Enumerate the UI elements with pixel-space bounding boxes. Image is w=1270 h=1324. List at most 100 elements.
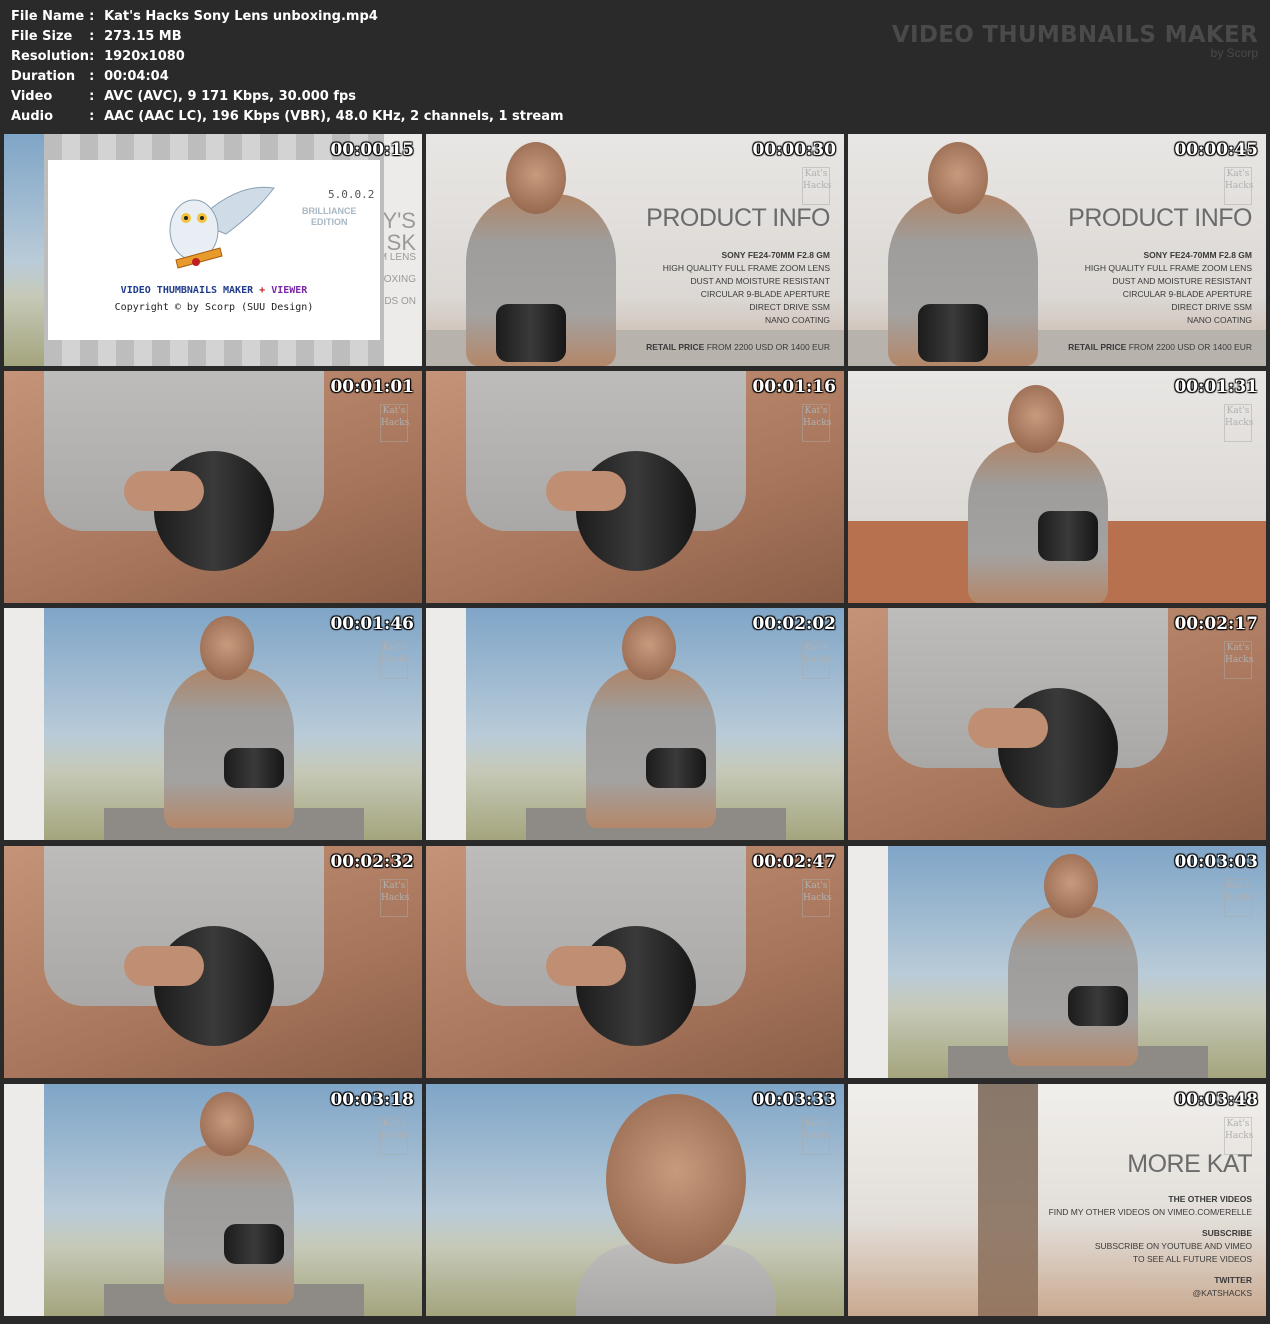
video-thumbnail[interactable]: Kat's Hacks 00:02:02 — [426, 608, 844, 840]
logo-line-2: Hacks — [803, 181, 832, 191]
app-title: VIDEO THUMBNAILS MAKER + VIEWER — [48, 285, 380, 296]
product-heading: PRODUCT INFO — [1068, 204, 1252, 232]
camera-lens — [576, 451, 696, 571]
head — [1044, 854, 1098, 918]
edition-line-1: BRILLIANCE — [302, 206, 357, 216]
logo-line-2: Hacks — [803, 655, 832, 665]
hand — [968, 708, 1048, 748]
logo-line-1: Kat's — [1226, 169, 1250, 179]
video-thumbnail[interactable]: Kat's Hacks PRODUCT INFO SONY FE24-70mm F2.… — [426, 134, 844, 366]
behind-text: OXING — [383, 274, 416, 285]
logo-line-2: Hacks — [1225, 893, 1254, 903]
edition-line-2: EDITION — [310, 217, 348, 227]
more-kat-overlay: MORE KAT THE OTHER VIDEOS FIND MY OTHER VI… — [1048, 1150, 1253, 1300]
video-thumbnail[interactable]: Y'S SK M LENS OXING DS ON 5.0.0.2 BRILLIANCE ED… — [4, 134, 422, 366]
logo-line-2: Hacks — [381, 893, 410, 903]
kats-hacks-logo: Kat's Hacks — [802, 879, 832, 917]
info-key: Resolution — [11, 49, 90, 64]
camera-lens — [154, 451, 274, 571]
edition-label: BRILLIANCE EDITION — [302, 206, 357, 228]
section-title: TWITTER — [1214, 1275, 1252, 1285]
info-value: 1920x1080 — [104, 49, 185, 64]
kats-hacks-logo: Kat's Hacks — [1224, 879, 1254, 917]
logo-line-2: Hacks — [1225, 418, 1254, 428]
timestamp-label: 00:01:16 — [752, 377, 836, 397]
info-row: Duration:00:04:04 — [11, 67, 564, 87]
video-thumbnail[interactable]: Kat's Hacks 00:02:17 — [848, 608, 1266, 840]
info-value: AVC (AVC), 9 171 Kbps, 30.000 fps — [104, 89, 357, 104]
price-value: FROM 2200 USD OR 1400 EUR — [706, 342, 830, 352]
logo-line-2: Hacks — [1225, 655, 1254, 665]
file-info-table: File Name: Kat's Hacks Sony Lens unboxing… — [11, 7, 564, 127]
price-label: RETAIL PRICE — [646, 342, 705, 352]
logo-line-2: Hacks — [803, 1131, 832, 1141]
product-line: SONY FE24-70mm F2.8 GM — [721, 250, 830, 260]
head — [200, 1092, 254, 1156]
kats-hacks-logo: Kat's Hacks — [380, 879, 410, 917]
person-silhouette — [978, 1084, 1038, 1316]
product-line: DIRECT DRIVE SSM — [1171, 302, 1252, 312]
price-line: RETAIL PRICE FROM 2200 USD OR 1400 EUR — [1068, 341, 1252, 354]
logo-line-2: Hacks — [1225, 1131, 1254, 1141]
video-thumbnail[interactable]: Kat's Hacks 00:03:33 — [426, 1084, 844, 1316]
product-info-overlay: PRODUCT INFO SONY FE24-70mm F2.8 GM HIGH Q… — [646, 204, 830, 354]
logo-line-1: Kat's — [804, 1119, 828, 1129]
kats-hacks-logo: Kat's Hacks — [380, 641, 410, 679]
info-separator: : — [89, 89, 95, 104]
info-separator: : — [89, 69, 95, 84]
video-thumbnail[interactable]: Kat's Hacks 00:01:16 — [426, 371, 844, 603]
video-thumbnail[interactable]: Kat's Hacks 00:03:18 — [4, 1084, 422, 1316]
camera-lens — [646, 748, 706, 788]
section-text: FIND MY OTHER VIDEOS ON VIMEO.COM/ERELLE — [1048, 1207, 1252, 1217]
section-text: @KatsHacks — [1192, 1288, 1252, 1298]
app-title-plus: + — [253, 285, 272, 296]
splash-content: 5.0.0.2 BRILLIANCE EDITION VIDEO THUMBNAILS… — [48, 160, 380, 340]
product-line: CIRCULAR 9-BLADE APERTURE — [700, 289, 830, 299]
product-heading: PRODUCT INFO — [646, 204, 830, 232]
logo-line-2: Hacks — [381, 655, 410, 665]
product-line: CIRCULAR 9-BLADE APERTURE — [1122, 289, 1252, 299]
more-kat-heading: MORE KAT — [1127, 1150, 1252, 1178]
timestamp-label: 00:00:45 — [1174, 140, 1258, 160]
timestamp-label: 00:03:18 — [330, 1090, 414, 1110]
timestamp-label: 00:01:01 — [330, 377, 414, 397]
timestamp-label: 00:02:02 — [752, 614, 836, 634]
logo-line-1: Kat's — [804, 406, 828, 416]
kats-hacks-logo: Kat's Hacks — [802, 641, 832, 679]
logo-line-1: Kat's — [804, 643, 828, 653]
video-thumbnail[interactable]: Kat's Hacks 00:01:46 — [4, 608, 422, 840]
price-value: FROM 2200 USD OR 1400 EUR — [1128, 342, 1252, 352]
video-thumbnail[interactable]: Kat's Hacks 00:02:47 — [426, 846, 844, 1078]
kats-hacks-logo: Kat's Hacks — [380, 1117, 410, 1155]
logo-line-2: Hacks — [803, 893, 832, 903]
splash-window: 5.0.0.2 BRILLIANCE EDITION VIDEO THUMBNAILS… — [44, 134, 384, 366]
product-line: NANO COATING — [764, 315, 830, 325]
brand-watermark: VIDEO THUMBNAILS MAKER by Scorp — [892, 22, 1258, 60]
hand — [124, 471, 204, 511]
logo-line-2: Hacks — [381, 1131, 410, 1141]
timestamp-label: 00:01:46 — [330, 614, 414, 634]
product-line: HIGH QUALITY FULL FRAME ZOOM LENS — [1084, 263, 1252, 273]
camera-lens — [224, 748, 284, 788]
head — [928, 142, 988, 214]
logo-line-1: Kat's — [804, 169, 828, 179]
video-thumbnail[interactable]: Kat's Hacks PRODUCT INFO SONY FE24-70mm F2.… — [848, 134, 1266, 366]
logo-line-1: Kat's — [1226, 881, 1250, 891]
head — [606, 1094, 746, 1264]
product-line: DIRECT DRIVE SSM — [749, 302, 830, 312]
kats-hacks-logo: Kat's Hacks — [802, 404, 831, 442]
version-label: 5.0.0.2 — [328, 188, 375, 201]
product-info-overlay: PRODUCT INFO SONY FE24-70mm F2.8 GM HIGH Q… — [1068, 204, 1252, 354]
video-thumbnail[interactable]: Kat's Hacks 00:02:32 — [4, 846, 422, 1078]
section-text: SUBSCRIBE ON YOUTUBE AND VIMEO — [1094, 1241, 1252, 1251]
camera-lens — [224, 1224, 284, 1264]
logo-line-1: Kat's — [1226, 1119, 1250, 1129]
white-wall — [426, 608, 466, 840]
camera-lens — [576, 926, 696, 1046]
video-thumbnail[interactable]: Kat's Hacks MORE KAT THE OTHER VIDEOS FIND M… — [848, 1084, 1266, 1316]
video-thumbnail[interactable]: Kat's Hacks 00:03:03 — [848, 846, 1266, 1078]
video-thumbnail[interactable]: Kat's Hacks 00:01:31 — [848, 371, 1266, 603]
video-thumbnail[interactable]: Kat's Hacks 00:01:01 — [4, 371, 422, 603]
behind-text: M LENS — [378, 252, 416, 263]
white-wall — [4, 608, 44, 840]
